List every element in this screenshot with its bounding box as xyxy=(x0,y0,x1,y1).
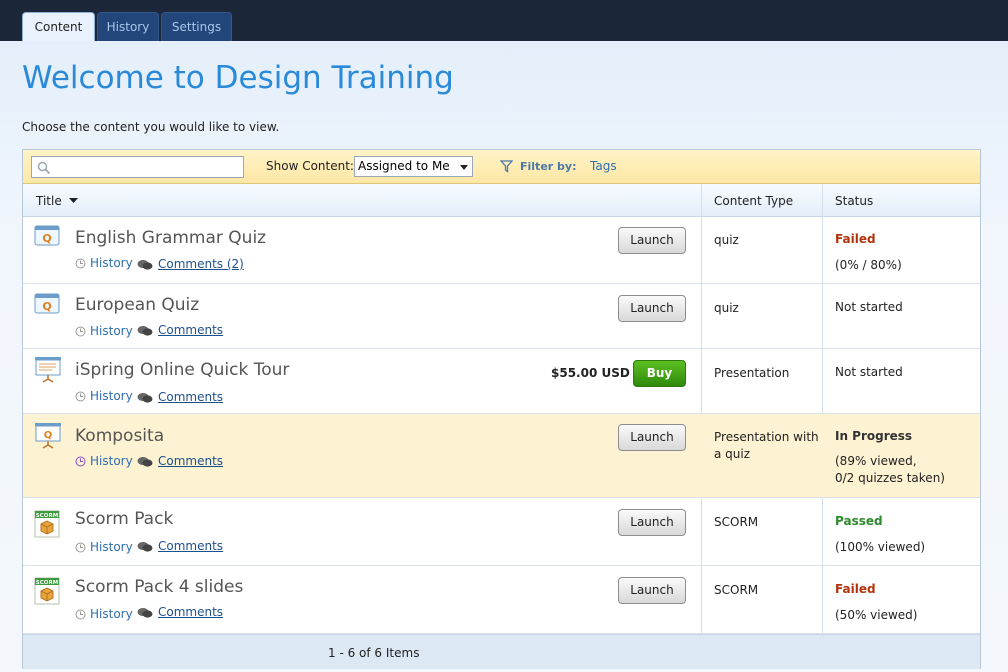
show-content-label: Show Content: xyxy=(266,159,354,173)
history-link[interactable]: History xyxy=(75,454,133,468)
status-detail-secondary: 0/2 quizzes taken) xyxy=(835,471,945,485)
pagination-info: 1 - 6 of 6 Items xyxy=(328,646,420,660)
launch-button[interactable]: Launch xyxy=(618,227,686,254)
comments-icon xyxy=(137,608,153,618)
tab-content[interactable]: Content xyxy=(22,12,95,41)
svg-text:Q: Q xyxy=(42,232,51,245)
item-title[interactable]: iSpring Online Quick Tour xyxy=(75,360,289,380)
status-detail: (89% viewed, xyxy=(835,454,917,468)
search-input[interactable] xyxy=(31,156,244,178)
show-content-value: Assigned to Me xyxy=(358,159,450,173)
launch-button[interactable]: Launch xyxy=(618,509,686,536)
content-panel: Show Content: Assigned to Me Filter by: … xyxy=(22,149,981,669)
status-badge: Passed xyxy=(835,514,883,528)
content-type-cell: quiz xyxy=(714,301,739,315)
clock-icon xyxy=(75,609,86,620)
launch-button[interactable]: Launch xyxy=(618,295,686,322)
comments-link[interactable]: Comments xyxy=(137,454,223,468)
column-header-status[interactable]: Status xyxy=(835,194,873,208)
page-title: Welcome to Design Training xyxy=(22,60,454,96)
tags-filter-link[interactable]: Tags xyxy=(590,159,617,173)
comments-link[interactable]: Comments (2) xyxy=(137,257,244,271)
buy-button[interactable]: Buy xyxy=(633,360,686,387)
presentation-icon xyxy=(35,357,61,383)
item-title[interactable]: Scorm Pack 4 slides xyxy=(75,577,243,597)
comments-link[interactable]: Comments xyxy=(137,539,223,553)
show-content-select[interactable]: Assigned to Me xyxy=(354,156,473,177)
tab-settings[interactable]: Settings xyxy=(161,12,232,41)
scorm-icon: SCORM xyxy=(34,510,60,538)
table-row: SCORM Scorm Pack 4 slides History Commen… xyxy=(23,566,980,634)
history-link[interactable]: History xyxy=(75,256,133,270)
content-type-cell: SCORM xyxy=(714,515,759,529)
sort-down-icon xyxy=(68,198,78,203)
table-row: Q Komposita History Comments Launch Pres… xyxy=(23,414,980,498)
svg-text:SCORM: SCORM xyxy=(36,580,58,586)
history-link[interactable]: History xyxy=(75,324,133,338)
presentation-quiz-icon: Q xyxy=(35,423,61,449)
status-badge: In Progress xyxy=(835,429,913,443)
table-row: SCORM Scorm Pack History Comments Launch… xyxy=(23,498,980,566)
clock-icon xyxy=(75,391,86,402)
history-link[interactable]: History xyxy=(75,540,133,554)
status-detail: (100% viewed) xyxy=(835,540,926,554)
status-badge: Failed xyxy=(835,582,876,596)
status-badge: Failed xyxy=(835,232,876,246)
content-type-cell: Presentation xyxy=(714,366,790,380)
content-type-cell: SCORM xyxy=(714,583,759,597)
item-title[interactable]: European Quiz xyxy=(75,295,199,315)
comments-link[interactable]: Comments xyxy=(137,605,223,619)
svg-text:Q: Q xyxy=(42,300,51,313)
comments-link[interactable]: Comments xyxy=(137,390,223,404)
comments-icon xyxy=(137,542,153,552)
table-header: Title Content Type Status xyxy=(23,184,980,217)
comments-icon xyxy=(137,457,153,467)
filter-by-label: Filter by: xyxy=(520,160,577,173)
tab-history[interactable]: History xyxy=(97,12,159,41)
comments-icon xyxy=(137,260,153,270)
column-header-title[interactable]: Title xyxy=(36,194,78,208)
chevron-down-icon xyxy=(460,165,468,170)
status-badge: Not started xyxy=(835,300,903,314)
history-link[interactable]: History xyxy=(75,607,133,621)
top-nav-bar: Content History Settings xyxy=(0,0,1008,41)
quiz-icon: Q xyxy=(34,225,60,246)
svg-text:SCORM: SCORM xyxy=(36,513,58,519)
comments-icon xyxy=(137,326,153,336)
table-row: Q European Quiz History Comments Launch … xyxy=(23,284,980,349)
clock-icon xyxy=(75,326,86,337)
item-title[interactable]: English Grammar Quiz xyxy=(75,228,266,248)
clock-icon xyxy=(75,456,86,467)
item-title[interactable]: Komposita xyxy=(75,426,164,446)
column-header-content-type[interactable]: Content Type xyxy=(714,194,793,208)
page-subtitle: Choose the content you would like to vie… xyxy=(22,120,280,134)
clock-icon xyxy=(75,258,86,269)
filter-toolbar: Show Content: Assigned to Me Filter by: … xyxy=(23,150,980,184)
filter-icon xyxy=(500,160,513,173)
comments-icon xyxy=(137,393,153,403)
content-type-cell: quiz xyxy=(714,233,739,247)
content-type-cell: Presentation with a quiz xyxy=(714,430,819,461)
comments-link[interactable]: Comments xyxy=(137,323,223,337)
item-title[interactable]: Scorm Pack xyxy=(75,509,173,529)
table-row: Q English Grammar Quiz History Comments … xyxy=(23,216,980,284)
history-link[interactable]: History xyxy=(75,389,133,403)
status-badge: Not started xyxy=(835,365,903,379)
launch-button[interactable]: Launch xyxy=(618,577,686,604)
quiz-icon: Q xyxy=(34,293,60,314)
launch-button[interactable]: Launch xyxy=(618,424,686,451)
clock-icon xyxy=(75,542,86,553)
status-detail: (0% / 80%) xyxy=(835,258,902,272)
status-detail: (50% viewed) xyxy=(835,608,918,622)
item-price: $55.00 USD xyxy=(551,366,630,380)
scorm-icon: SCORM xyxy=(34,577,60,605)
search-icon xyxy=(37,161,51,175)
svg-text:Q: Q xyxy=(44,430,53,441)
table-row: iSpring Online Quick Tour History Commen… xyxy=(23,349,980,414)
table-footer: 1 - 6 of 6 Items xyxy=(23,634,980,669)
